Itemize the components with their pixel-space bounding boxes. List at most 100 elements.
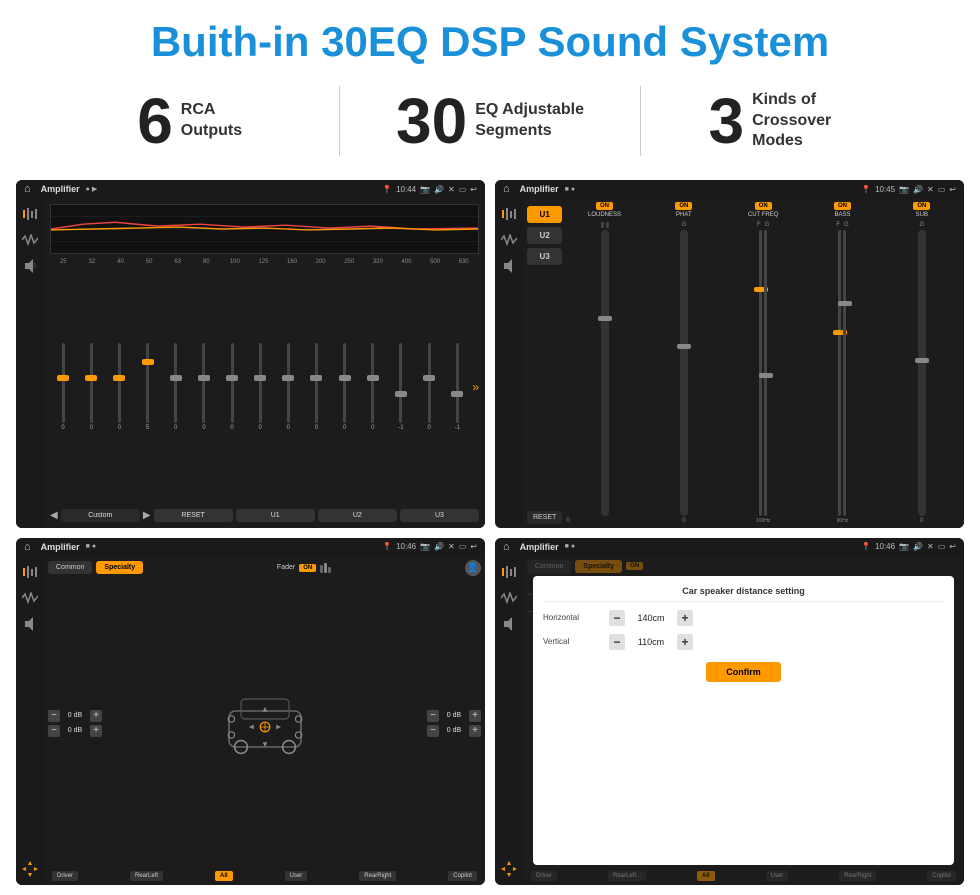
eq-icon-4[interactable] <box>501 564 517 580</box>
reset-btn-1[interactable]: RESET <box>154 509 233 522</box>
cutfreq-on[interactable]: ON <box>755 202 772 210</box>
minus-2[interactable]: − <box>48 725 60 737</box>
minus-1[interactable]: − <box>48 710 60 722</box>
slider-9[interactable]: 0 <box>303 270 329 505</box>
stat-label-crossover: Kinds ofCrossover Modes <box>752 90 872 152</box>
stat-rca: 6 RCAOutputs <box>60 89 319 153</box>
fader-on[interactable]: ON <box>299 564 316 572</box>
bass-slider[interactable] <box>838 230 846 516</box>
horizontal-row: Horizontal − 140cm + <box>543 610 944 626</box>
bass-on[interactable]: ON <box>834 202 851 210</box>
user-btn[interactable]: User <box>285 871 308 881</box>
wave-icon-1[interactable] <box>22 234 38 246</box>
ctrl-loudness: ON LOUDNESS 0 <box>566 202 642 524</box>
sub-on[interactable]: ON <box>913 202 930 210</box>
driver-btn[interactable]: Driver <box>52 871 78 881</box>
screen-amp4: ⌂ Amplifier ■ ● 📍 10:46 📷 🔊 ✕ ▭ ↩ <box>495 538 964 886</box>
expand-icon[interactable]: » <box>472 380 479 394</box>
slider-14[interactable]: -1 <box>444 270 470 505</box>
plus-3[interactable]: + <box>469 710 481 722</box>
stat-number-rca: 6 <box>137 89 173 153</box>
vol-val-4: 0 dB <box>442 727 466 734</box>
back-icon-2[interactable]: ↩ <box>949 185 956 194</box>
horizontal-plus[interactable]: + <box>677 610 693 626</box>
slider-3[interactable]: 5 <box>134 270 160 505</box>
reset-btn-2[interactable]: RESET <box>527 511 562 524</box>
common-tab[interactable]: Common <box>48 561 92 574</box>
next-arrow[interactable]: ▶ <box>143 510 151 521</box>
slider-11[interactable]: 0 <box>360 270 386 505</box>
back-icon-3[interactable]: ↩ <box>470 542 477 551</box>
speaker-icon-2[interactable] <box>501 258 517 274</box>
eq-icon-2[interactable] <box>501 206 517 222</box>
wave-icon-3[interactable] <box>22 592 38 604</box>
plus-2[interactable]: + <box>90 725 102 737</box>
slider-2[interactable]: 0 <box>106 270 132 505</box>
home-icon[interactable]: ⌂ <box>24 183 31 195</box>
u1-btn[interactable]: U1 <box>527 206 562 223</box>
u3-btn[interactable]: U3 <box>527 248 562 265</box>
back-icon-4[interactable]: ↩ <box>949 542 956 551</box>
x-icon: ✕ <box>448 185 455 194</box>
wave-icon-4[interactable] <box>501 592 517 604</box>
eq-icon-3[interactable] <box>22 564 38 580</box>
freq-25: 25 <box>50 259 77 265</box>
u2-btn[interactable]: U2 <box>527 227 562 244</box>
prev-arrow[interactable]: ◀ <box>50 510 58 521</box>
back-icon-1[interactable]: ↩ <box>470 185 477 194</box>
pin-icon: 📍 <box>382 185 392 194</box>
arrows-icon[interactable] <box>22 861 38 877</box>
plus-1[interactable]: + <box>90 710 102 722</box>
u3-btn-1[interactable]: U3 <box>400 509 479 522</box>
vertical-minus[interactable]: − <box>609 634 625 650</box>
speaker-icon-1[interactable]: ) <box>22 258 38 274</box>
speaker-icon-3[interactable] <box>22 616 38 632</box>
phat-on[interactable]: ON <box>675 202 692 210</box>
u2-btn-1[interactable]: U2 <box>318 509 397 522</box>
custom-btn[interactable]: Custom <box>61 509 140 522</box>
home-icon-4[interactable]: ⌂ <box>503 541 510 553</box>
cutfreq-slider[interactable] <box>759 230 767 516</box>
home-icon-2[interactable]: ⌂ <box>503 183 510 195</box>
confirm-button[interactable]: Confirm <box>706 662 781 682</box>
bottom-labels-4: Driver RearLeft... All User RearRight Co… <box>527 871 960 881</box>
home-icon-3[interactable]: ⌂ <box>24 541 31 553</box>
slider-10[interactable]: 0 <box>332 270 358 505</box>
slider-1[interactable]: 0 <box>78 270 104 505</box>
loudness-slider[interactable] <box>601 230 609 516</box>
specialty-tab[interactable]: Specialty <box>96 561 143 574</box>
slider-4[interactable]: 0 <box>163 270 189 505</box>
copilot-btn[interactable]: Copilot <box>448 871 477 881</box>
vertical-label: Vertical <box>543 637 603 646</box>
speaker-icon-4[interactable] <box>501 616 517 632</box>
minus-3[interactable]: − <box>427 710 439 722</box>
all-btn[interactable]: All <box>215 871 233 881</box>
slider-0[interactable]: 0 <box>50 270 76 505</box>
arrows-icon-4[interactable] <box>501 861 517 877</box>
rearright-btn[interactable]: RearRight <box>359 871 396 881</box>
loudness-on[interactable]: ON <box>596 202 613 210</box>
freq-400: 400 <box>393 259 420 265</box>
slider-13[interactable]: 0 <box>416 270 442 505</box>
slider-7[interactable]: 0 <box>247 270 273 505</box>
slider-12[interactable]: -1 <box>388 270 414 505</box>
sub-slider[interactable] <box>918 230 926 516</box>
plus-4[interactable]: + <box>469 725 481 737</box>
phat-slider[interactable] <box>680 230 688 516</box>
rearleft-btn[interactable]: RearLeft <box>130 871 163 881</box>
u1-btn-1[interactable]: U1 <box>236 509 315 522</box>
screen1-title: Amplifier <box>41 184 80 194</box>
slider-6[interactable]: 0 <box>219 270 245 505</box>
wave-icon-2[interactable] <box>501 234 517 246</box>
ctrl-sub: ON SUB G 0 <box>884 202 960 524</box>
horizontal-minus[interactable]: − <box>609 610 625 626</box>
camera-icon-4: 📷 <box>899 542 909 551</box>
copilot-btn-4: Copilot <box>927 871 956 881</box>
vertical-plus[interactable]: + <box>677 634 693 650</box>
screen4-content: Common Specialty ON −0 dB+ −0 dB+ <box>495 556 964 886</box>
slider-5[interactable]: 0 <box>191 270 217 505</box>
eq-icon-1[interactable] <box>22 206 38 222</box>
driver-btn-4: Driver <box>531 871 557 881</box>
minus-4[interactable]: − <box>427 725 439 737</box>
slider-8[interactable]: 0 <box>275 270 301 505</box>
